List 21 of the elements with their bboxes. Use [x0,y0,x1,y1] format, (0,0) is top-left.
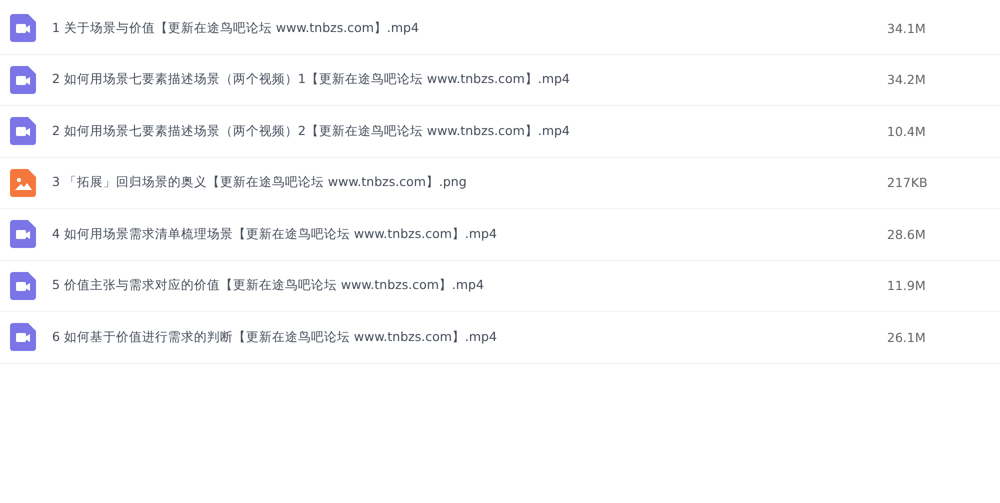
file-name[interactable]: 2 如何用场景七要素描述场景（两个视频）1【更新在途鸟吧论坛 www.tnbzs.com】.mp4 [52,71,887,88]
video-file-icon [10,117,36,146]
file-size: 26.1M [887,330,927,345]
file-name[interactable]: 3 「拓展」回归场景的奥义【更新在途鸟吧论坛 www.tnbzs.com】.png [52,174,887,192]
video-file-icon [10,323,36,352]
file-name[interactable]: 4 如何用场景需求清单梳理场景【更新在途鸟吧论坛 www.tnbzs.com】.mp4 [52,226,887,243]
video-file-icon [10,66,36,94]
file-name[interactable]: 1 关于场景与价值【更新在途鸟吧论坛 www.tnbzs.com】.mp4 [52,20,887,37]
file-size: 34.2M [887,72,927,88]
file-size: 11.9M [887,278,927,294]
video-file-icon [10,220,36,248]
file-name[interactable]: 2 如何用场景七要素描述场景（两个视频）2【更新在途鸟吧论坛 www.tnbzs.com】.mp4 [52,122,887,140]
file-name[interactable]: 5 价值主张与需求对应的价值【更新在途鸟吧论坛 www.tnbzs.com】.mp4 [52,277,887,294]
file-size: 34.1M [887,20,927,36]
image-file-icon [10,168,36,197]
file-size: 10.4M [887,124,927,139]
file-name[interactable]: 6 如何基于价值进行需求的判断【更新在途鸟吧论坛 www.tnbzs.com】.mp4 [52,328,887,346]
video-file-icon [10,14,36,42]
file-size: 28.6M [887,226,927,242]
video-file-icon [10,272,36,300]
file-size: 217KB [887,175,929,190]
